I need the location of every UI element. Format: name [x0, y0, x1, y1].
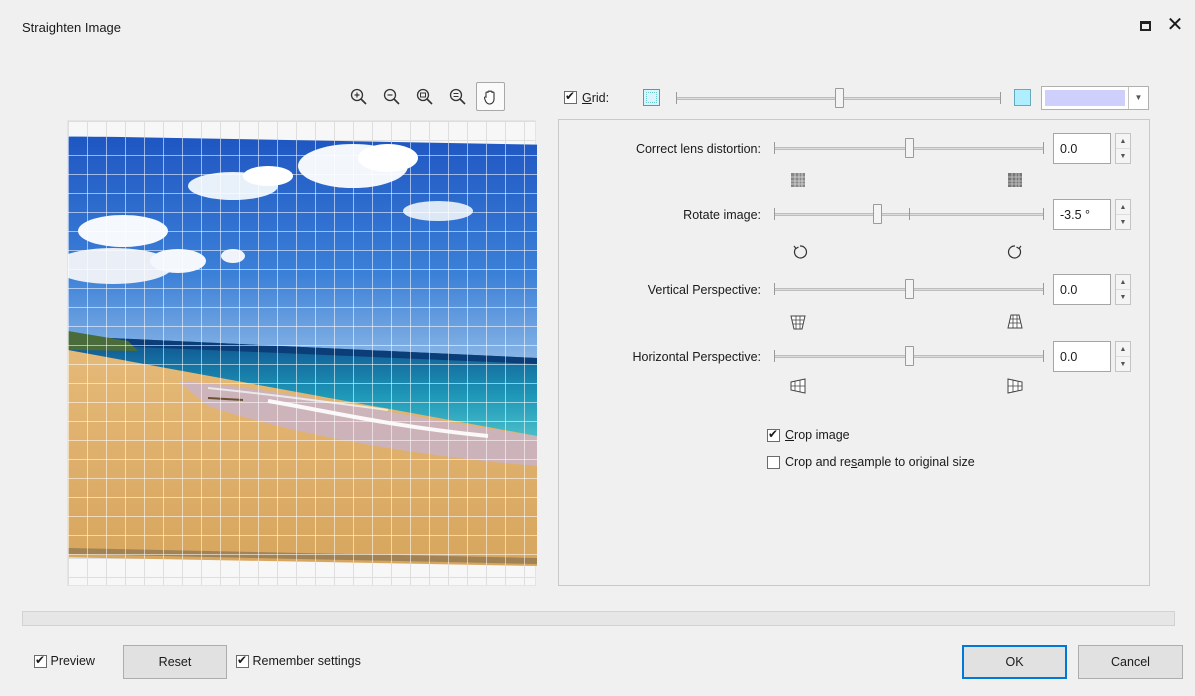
crop-image-checkbox[interactable]: [767, 427, 780, 443]
remember-settings-option[interactable]: Remember settings: [236, 653, 361, 669]
spin-up-icon[interactable]: ▲: [1116, 200, 1130, 215]
crop-resample-checkbox[interactable]: [767, 456, 780, 470]
close-button[interactable]: ✕: [1163, 14, 1187, 36]
preview-photo: [68, 136, 537, 566]
horizontal-perspective-slider[interactable]: [774, 346, 1044, 366]
remember-settings-label: Remember settings: [252, 654, 361, 668]
rotate-image-slider-thumb[interactable]: [872, 204, 882, 224]
zoom-actual-size-icon: [449, 88, 466, 105]
vertical-perspective-label: Vertical Perspective:: [647, 283, 761, 297]
preview-checkbox[interactable]: [34, 653, 47, 669]
vertical-perspective-slider-thumb[interactable]: [905, 279, 914, 299]
zoom-to-fit-icon: [416, 88, 433, 105]
crop-resample-label: Crop and resample to original size: [785, 455, 975, 469]
zoom-toolbar: [344, 82, 505, 112]
rotate-image-label: Rotate image:: [683, 208, 761, 222]
rotate-image-input[interactable]: -3.5 °: [1053, 199, 1111, 230]
grid-checkbox[interactable]: [564, 89, 577, 104]
lens-distortion-slider[interactable]: [774, 138, 1044, 158]
crop-image-option[interactable]: Crop image: [767, 427, 850, 443]
crop-image-label: Crop image: [785, 428, 850, 442]
vertical-perspective-spinner: 0.0 ▲ ▼: [1053, 274, 1133, 305]
grid-color-swatch: [1045, 90, 1125, 106]
horizontal-perspective-spinner: 0.0 ▲ ▼: [1053, 341, 1133, 372]
rotate-counterclockwise-icon: [790, 242, 810, 262]
vertical-perspective-slider[interactable]: [774, 279, 1044, 299]
zoom-to-fit-button[interactable]: [410, 82, 439, 111]
spin-up-icon[interactable]: ▲: [1116, 134, 1130, 149]
crop-resample-option[interactable]: Crop and resample to original size: [767, 455, 975, 470]
horizontal-perspective-input[interactable]: 0.0: [1053, 341, 1111, 372]
lens-distortion-input[interactable]: 0.0: [1053, 133, 1111, 164]
title-bar: Straighten Image ✕: [0, 0, 1195, 58]
grid-size-slider[interactable]: [676, 88, 1001, 108]
maximize-button[interactable]: [1133, 14, 1157, 36]
grid-overlay: [68, 136, 537, 566]
horizontal-perspective-left-icon: [788, 376, 808, 396]
ok-button[interactable]: OK: [962, 645, 1067, 679]
vertical-perspective-top-icon: [788, 312, 808, 332]
grid-size-slider-thumb[interactable]: [834, 88, 844, 108]
lens-distortion-label: Correct lens distortion:: [635, 142, 761, 156]
rotate-image-spinner: -3.5 ° ▲ ▼: [1053, 199, 1133, 230]
large-grid-icon: [1014, 89, 1031, 106]
image-preview[interactable]: [67, 120, 537, 586]
spin-down-icon[interactable]: ▼: [1116, 290, 1130, 305]
preview-label: Preview: [50, 654, 95, 668]
hand-pan-icon: [483, 89, 495, 105]
lens-distortion-slider-thumb[interactable]: [905, 138, 914, 158]
maximize-icon: [1139, 20, 1151, 31]
lens-distortion-spinner: 0.0 ▲ ▼: [1053, 133, 1133, 164]
zoom-out-button[interactable]: [377, 82, 406, 111]
zoom-actual-size-button[interactable]: [443, 82, 472, 111]
grid-color-picker[interactable]: ▼: [1041, 86, 1149, 110]
hand-pan-button[interactable]: [476, 82, 505, 111]
preview-option[interactable]: Preview: [34, 653, 95, 669]
barrel-distortion-icon: [788, 170, 808, 190]
progress-bar: [22, 611, 1175, 626]
spin-up-icon[interactable]: ▲: [1116, 342, 1130, 357]
spin-down-icon[interactable]: ▼: [1116, 215, 1130, 230]
spin-up-icon[interactable]: ▲: [1116, 275, 1130, 290]
pincushion-distortion-icon: [1005, 170, 1025, 190]
zoom-in-icon: [350, 88, 367, 105]
horizontal-perspective-label: Horizontal Perspective:: [632, 350, 761, 364]
vertical-perspective-input[interactable]: 0.0: [1053, 274, 1111, 305]
zoom-in-button[interactable]: [344, 82, 373, 111]
settings-panel: Correct lens distortion: 0.0 ▲ ▼ Rotate i…: [558, 119, 1150, 586]
horizontal-perspective-slider-thumb[interactable]: [905, 346, 914, 366]
vertical-perspective-bottom-icon: [1005, 312, 1025, 332]
rotate-clockwise-icon: [1005, 242, 1025, 262]
horizontal-perspective-right-icon: [1005, 376, 1025, 396]
grid-label: Grid:: [582, 91, 610, 105]
dialog-title: Straighten Image: [22, 20, 122, 35]
remember-settings-checkbox[interactable]: [236, 653, 249, 669]
chevron-down-icon: ▼: [1128, 87, 1148, 109]
rotate-image-slider[interactable]: [774, 204, 1044, 224]
zoom-out-icon: [383, 88, 400, 105]
reset-button[interactable]: Reset: [123, 645, 227, 679]
small-grid-icon: [643, 89, 660, 106]
spin-down-icon[interactable]: ▼: [1116, 357, 1130, 372]
spin-down-icon[interactable]: ▼: [1116, 149, 1130, 164]
grid-controls: Grid: ▼: [562, 86, 1152, 110]
cancel-button[interactable]: Cancel: [1078, 645, 1183, 679]
